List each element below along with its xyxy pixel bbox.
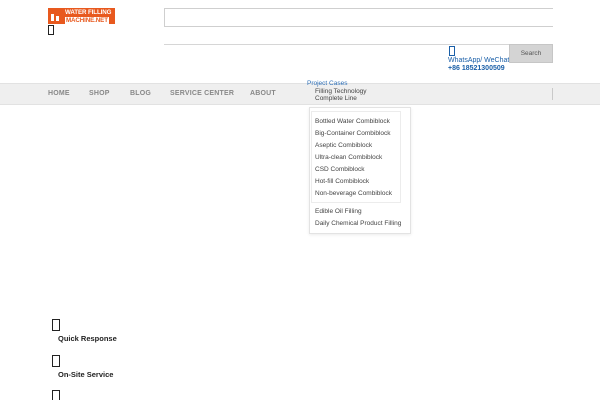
menu-item-aseptic[interactable]: Aseptic Combiblock [315, 142, 372, 149]
menu-item-ultra-clean[interactable]: Ultra-clean Combiblock [315, 154, 382, 161]
logo-text: WATER FILLING MACHINE.NET [62, 8, 115, 24]
menu-item-bottled-water[interactable]: Bottled Water Combiblock [315, 118, 390, 125]
feature-quick-response: Quick Response [58, 334, 117, 343]
logo-line-2: MACHINE.NET [65, 17, 109, 24]
nav-blog[interactable]: BLOG [130, 90, 151, 97]
nav-home[interactable]: HOME [48, 90, 70, 97]
menu-filling-technology[interactable]: Filling Technology Complete Line [315, 88, 367, 102]
menu-project-cases[interactable]: Project Cases [307, 80, 347, 87]
whatsapp-icon [449, 46, 455, 56]
menu-icon[interactable] [48, 25, 54, 35]
menu-item-daily-chemical[interactable]: Daily Chemical Product Filling [315, 220, 401, 227]
menu-item-big-container[interactable]: Big-Container Combiblock [315, 130, 391, 137]
nav-service-center[interactable]: SERVICE CENTER [170, 90, 234, 97]
feature-icon [52, 390, 60, 400]
menu-item-hot-fill[interactable]: Hot-fill Combiblock [315, 178, 369, 185]
site-logo[interactable]: WATER FILLING MACHINE.NET [48, 8, 115, 24]
search-underline [164, 44, 509, 45]
filling-technology-label: Filling Technology [315, 88, 367, 95]
search-button[interactable]: Search [509, 44, 553, 63]
on-site-service-icon [52, 355, 60, 367]
phone-number[interactable]: +86 18521300509 [448, 65, 505, 72]
logo-line-1: WATER FILLING [65, 9, 112, 16]
nav-about[interactable]: ABOUT [250, 90, 276, 97]
nav-divider [552, 88, 553, 100]
menu-item-edible-oil[interactable]: Edible Oil Filling [315, 208, 362, 215]
factory-icon [48, 8, 62, 24]
search-input[interactable] [164, 8, 553, 27]
complete-line-label: Complete Line [315, 95, 357, 102]
main-nav: HOME SHOP BLOG SERVICE CENTER ABOUT [0, 83, 600, 105]
nav-shop[interactable]: SHOP [89, 90, 110, 97]
whatsapp-label: WhatsApp/ WeChat [448, 57, 510, 64]
menu-item-csd[interactable]: CSD Combiblock [315, 166, 365, 173]
feature-on-site-service: On-Site Service [58, 370, 114, 379]
quick-response-icon [52, 319, 60, 331]
menu-item-non-beverage[interactable]: Non-beverage Combiblock [315, 190, 392, 197]
